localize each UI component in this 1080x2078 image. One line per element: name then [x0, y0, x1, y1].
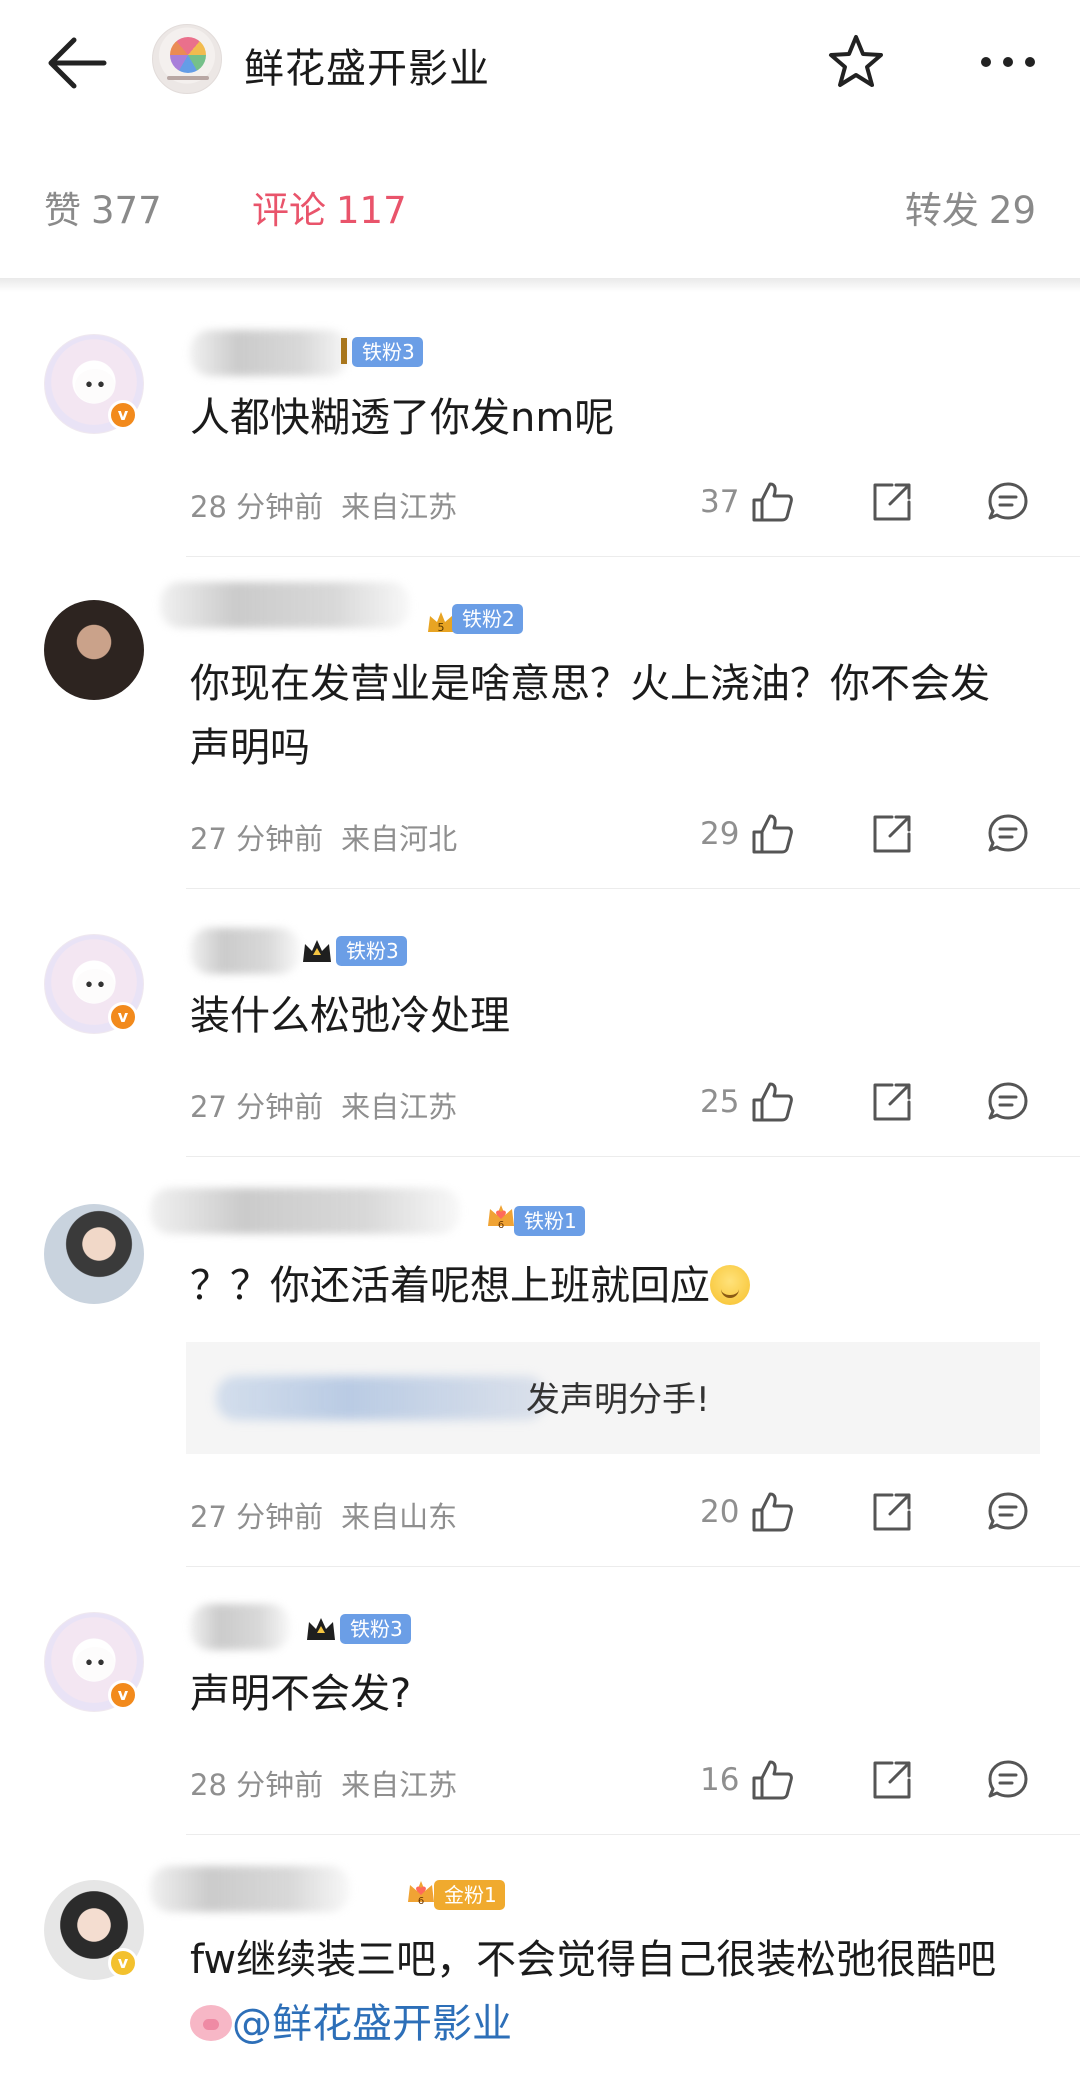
comment-text: 声明不会发?	[190, 1671, 412, 1717]
fan-level-badge: 铁粉3	[336, 936, 407, 966]
like-count: 16	[700, 1762, 740, 1798]
verified-badge-icon: v	[108, 1680, 138, 1710]
username-blurred[interactable]	[150, 1866, 350, 1912]
thumbs-up-icon[interactable]	[750, 1490, 794, 1534]
fan-crown-icon	[307, 1618, 335, 1640]
fan-crown-icon	[341, 338, 347, 364]
fan-level-badge: 金粉1	[434, 1880, 505, 1910]
svg-text:6: 6	[498, 1220, 504, 1230]
like-count: 37	[700, 484, 740, 520]
fan-level-badge: 铁粉3	[352, 337, 423, 367]
verified-badge-icon: v	[108, 1002, 138, 1032]
comment-icon[interactable]	[986, 1758, 1030, 1802]
quoted-reply-text: 发声明分手!	[526, 1380, 710, 1420]
verified-badge-icon: v	[108, 1948, 138, 1978]
fan-crown-icon: 6	[488, 1205, 514, 1230]
comment-meta: 27 分钟前 来自江苏	[190, 1090, 458, 1124]
comment-text: 人都快糊透了你发nm呢	[190, 395, 615, 441]
username-blurred[interactable]	[190, 1604, 290, 1650]
share-icon[interactable]	[870, 1758, 914, 1802]
comment-text: 装什么松弛冷处理	[190, 993, 510, 1039]
comment-meta: 28 分钟前 来自江苏	[190, 1768, 458, 1802]
share-icon[interactable]	[870, 1490, 914, 1534]
star-icon[interactable]	[826, 32, 886, 92]
thumbs-up-icon[interactable]	[750, 1080, 794, 1124]
fan-crown-icon: 6	[408, 1881, 434, 1906]
share-icon[interactable]	[870, 480, 914, 524]
username-blurred[interactable]	[150, 1188, 460, 1234]
mention-link[interactable]: @鲜花盛开影业	[232, 2001, 512, 2047]
fan-level-badge: 铁粉2	[452, 604, 523, 634]
svg-text:5: 5	[438, 621, 445, 634]
like-count: 20	[700, 1494, 740, 1530]
comment-meta: 27 分钟前 来自山东	[190, 1500, 458, 1534]
divider	[0, 278, 1080, 292]
account-logo[interactable]	[152, 24, 222, 94]
comment-text: 你现在发营业是啥意思？火上浇油？你不会发声明吗	[190, 661, 990, 771]
smile-emoji-icon	[710, 1265, 750, 1305]
like-count: 25	[700, 1084, 740, 1120]
comment-icon[interactable]	[986, 812, 1030, 856]
thumbs-up-icon[interactable]	[750, 480, 794, 524]
separator	[186, 888, 1080, 889]
pig-emoji-icon	[190, 2005, 232, 2041]
separator	[186, 1156, 1080, 1157]
comment-icon[interactable]	[986, 1080, 1030, 1124]
comment-text: fw继续装三吧，不会觉得自己很装松弛很酷吧@鲜花盛开影业	[190, 1937, 997, 2047]
avatar[interactable]	[44, 1204, 144, 1304]
username-blurred[interactable]	[160, 582, 410, 628]
tab-reposts[interactable]: 转发 29	[905, 180, 1036, 234]
thumbs-up-icon[interactable]	[750, 812, 794, 856]
comment-meta: 27 分钟前 来自河北	[190, 822, 458, 856]
username-blurred[interactable]	[190, 928, 300, 974]
thumbs-up-icon[interactable]	[750, 1758, 794, 1802]
separator	[186, 556, 1080, 557]
page-title: 鲜花盛开影业	[244, 46, 490, 92]
arrow-left-icon[interactable]	[44, 30, 114, 96]
top-bar: 鲜花盛开影业	[0, 0, 1080, 125]
share-icon[interactable]	[870, 1080, 914, 1124]
like-count: 29	[700, 816, 740, 852]
comment-meta: 28 分钟前 来自江苏	[190, 490, 458, 524]
tab-comments[interactable]: 评论 117	[252, 180, 407, 234]
verified-badge-icon: v	[108, 400, 138, 430]
fan-level-badge: 铁粉1	[514, 1206, 585, 1236]
fan-level-badge: 铁粉3	[340, 1614, 411, 1644]
fan-crown-icon	[303, 940, 331, 962]
comment-text: ？？你还活着呢想上班就回应	[190, 1254, 1030, 1318]
tab-likes[interactable]: 赞 377	[44, 180, 162, 234]
username-blurred[interactable]	[190, 330, 350, 376]
tab-bar: 赞 377 评论 117 转发 29	[0, 180, 1080, 280]
separator	[186, 1834, 1080, 1835]
more-horizontal-icon[interactable]	[978, 52, 1038, 72]
comment-icon[interactable]	[986, 480, 1030, 524]
separator	[186, 1566, 1080, 1567]
share-icon[interactable]	[870, 812, 914, 856]
quoted-reply[interactable]: 发声明分手!	[186, 1342, 1040, 1454]
avatar[interactable]	[44, 600, 144, 700]
svg-text:6: 6	[418, 1896, 424, 1906]
quoted-username-blurred	[216, 1376, 546, 1420]
comment-icon[interactable]	[986, 1490, 1030, 1534]
